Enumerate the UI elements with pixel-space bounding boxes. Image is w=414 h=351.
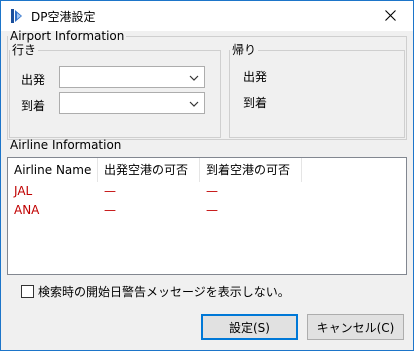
return-departure-label: 出発 bbox=[243, 70, 268, 84]
chevron-down-icon bbox=[189, 101, 199, 107]
departure-status-cell: — bbox=[104, 203, 116, 217]
outbound-arrival-label: 到着 bbox=[21, 99, 46, 113]
airline-information-legend: Airline Information bbox=[10, 138, 122, 152]
window-title: DP空港設定 bbox=[31, 10, 96, 24]
suppress-warning-label: 検索時の開始日警告メッセージを表示しない。 bbox=[38, 284, 290, 299]
airline-name-cell: ANA bbox=[14, 203, 40, 217]
airline-name-cell: JAL bbox=[14, 184, 33, 198]
table-row[interactable]: ANA — — bbox=[8, 201, 406, 219]
outbound-legend: 行き bbox=[12, 43, 37, 57]
arrival-status-cell: — bbox=[206, 184, 218, 198]
column-header-airline-name[interactable]: Airline Name bbox=[8, 158, 98, 182]
close-button[interactable] bbox=[367, 1, 413, 30]
airline-list[interactable]: Airline Name 出発空港の可否 到着空港の可否 JAL — — ANA… bbox=[7, 157, 407, 275]
arrival-status-cell: — bbox=[206, 203, 218, 217]
suppress-warning-option[interactable]: 検索時の開始日警告メッセージを表示しない。 bbox=[21, 283, 290, 299]
suppress-warning-checkbox[interactable] bbox=[21, 284, 34, 298]
chevron-down-icon bbox=[189, 75, 199, 81]
outbound-departure-label: 出発 bbox=[21, 73, 46, 87]
cancel-button[interactable]: キャンセル(C) bbox=[307, 314, 404, 340]
outbound-group: 行き bbox=[9, 44, 221, 138]
column-header-departure[interactable]: 出発空港の可否 bbox=[98, 158, 200, 182]
airline-list-header: Airline Name 出発空港の可否 到着空港の可否 bbox=[8, 158, 406, 182]
return-legend: 帰り bbox=[232, 43, 257, 57]
table-row[interactable]: JAL — — bbox=[8, 182, 406, 200]
outbound-arrival-combobox[interactable] bbox=[59, 92, 205, 114]
close-icon bbox=[384, 10, 396, 21]
outbound-departure-combobox[interactable] bbox=[59, 66, 205, 88]
return-group: 帰り bbox=[229, 44, 405, 138]
app-logo-icon bbox=[11, 9, 22, 23]
title-bar: DP空港設定 bbox=[1, 1, 413, 31]
dialog-window: DP空港設定 Airport Information 行き 出発 到着 帰り 出… bbox=[0, 0, 414, 351]
return-arrival-label: 到着 bbox=[243, 96, 268, 110]
departure-status-cell: — bbox=[104, 184, 116, 198]
ok-button[interactable]: 設定(S) bbox=[201, 314, 298, 340]
column-header-arrival[interactable]: 到着空港の可否 bbox=[200, 158, 302, 182]
airport-information-legend: Airport Information bbox=[10, 29, 125, 43]
